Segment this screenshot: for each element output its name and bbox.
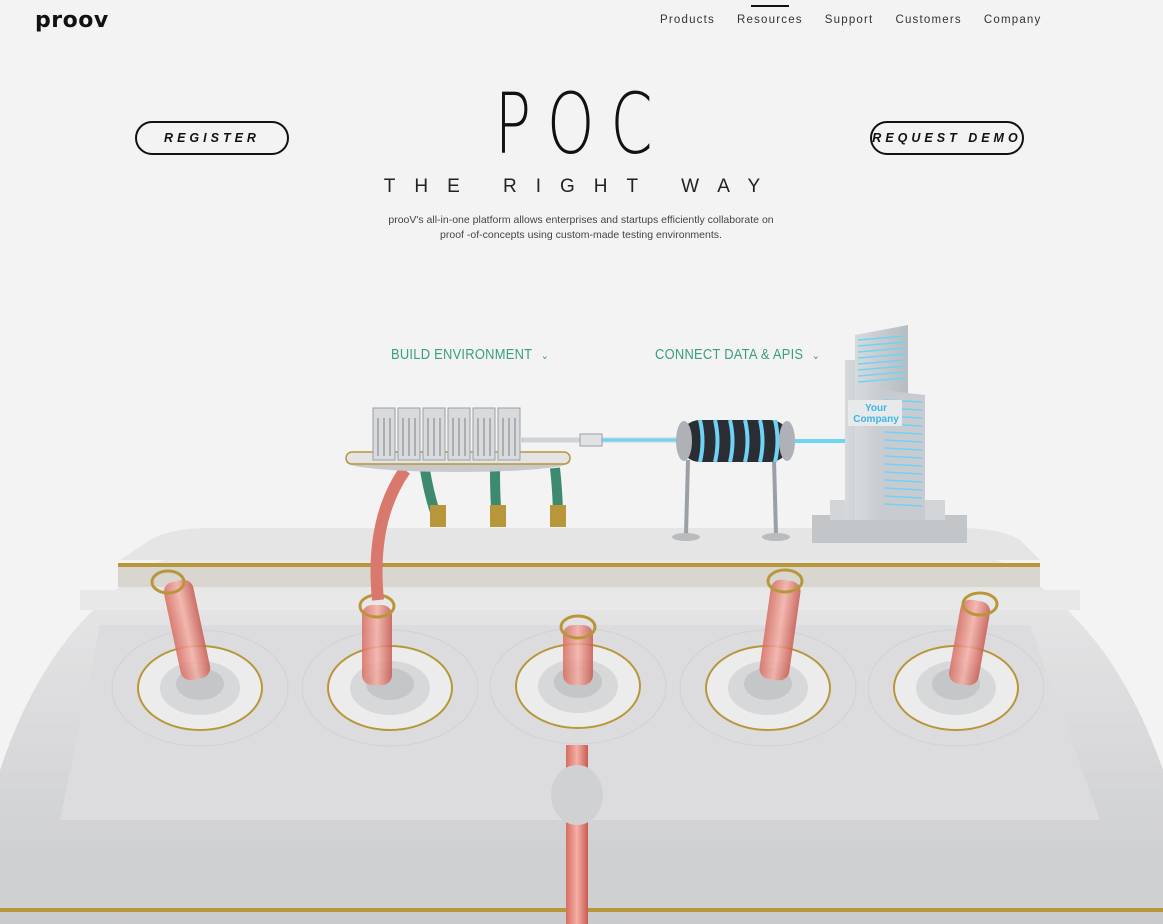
connect-data-apis-step[interactable]: CONNECT DATA & APIS ⌄: [655, 346, 820, 363]
gold-rim: [118, 563, 1040, 567]
company-building: Your Company: [812, 325, 967, 543]
chevron-down-icon: ⌄: [540, 350, 550, 362]
building-label-line1: Your: [865, 403, 887, 414]
build-environment-label: BUILD ENVIRONMENT: [391, 346, 533, 363]
api-connector: [672, 419, 795, 541]
connect-data-apis-label: CONNECT DATA & APIS: [655, 346, 804, 363]
platform-illustration: Your Company: [0, 325, 1163, 924]
chevron-down-icon: ⌄: [811, 350, 821, 362]
building-label-line2: Company: [853, 414, 899, 425]
build-environment-step[interactable]: BUILD ENVIRONMENT ⌄: [391, 346, 549, 363]
